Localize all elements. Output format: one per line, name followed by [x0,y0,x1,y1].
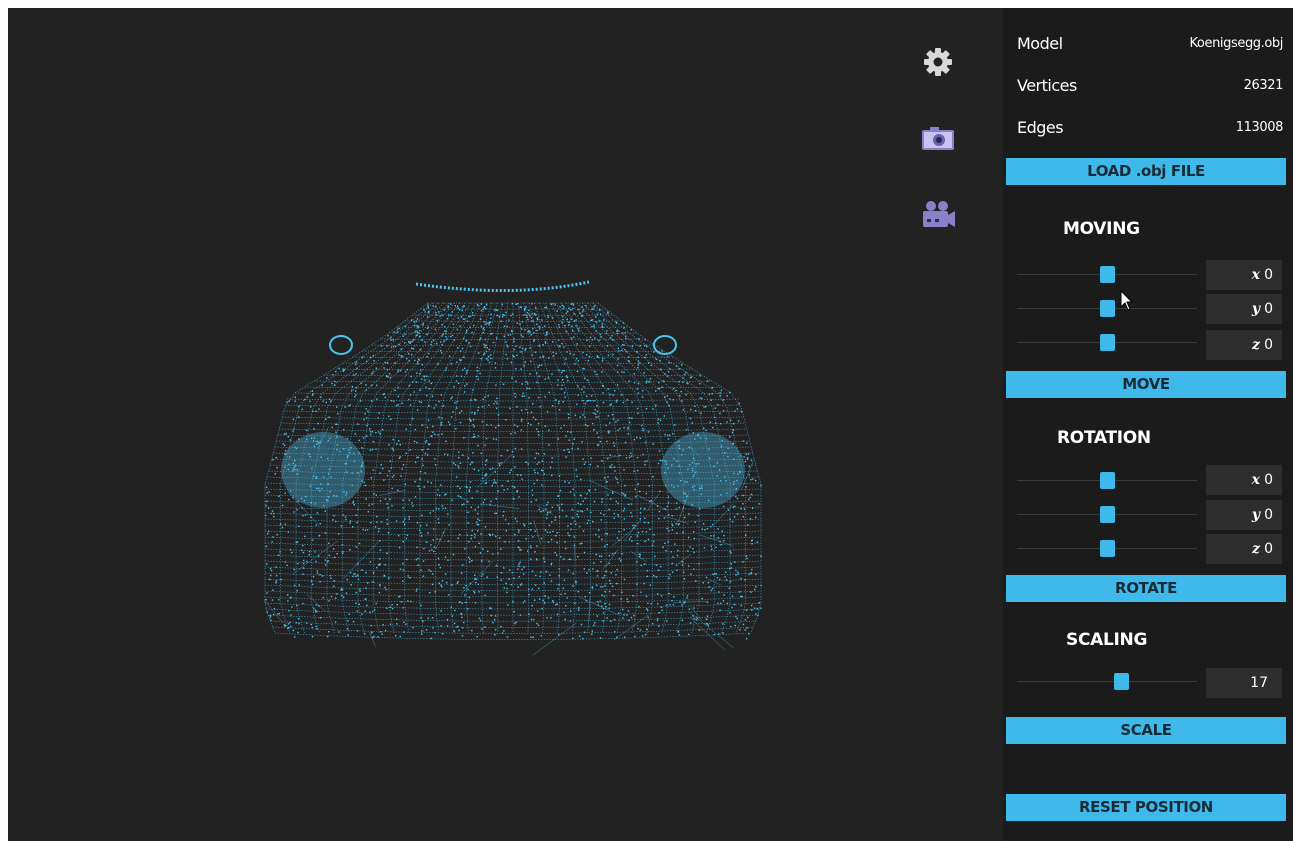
move-y-value: 0 [1264,301,1273,317]
reset-position-button[interactable]: RESET POSITION [1006,794,1286,821]
move-button[interactable]: MOVE [1006,371,1286,398]
rotate-z-slider[interactable] [1017,539,1197,559]
slider-track [1017,681,1197,682]
slider-thumb[interactable] [1100,300,1115,317]
slider-thumb[interactable] [1114,673,1130,690]
scaling-section-title: SCALING [1066,630,1148,650]
move-y-field[interactable]: y 0 [1206,294,1282,324]
rotate-y-slider[interactable] [1017,505,1197,525]
slider-thumb[interactable] [1100,540,1115,557]
rotate-x-field[interactable]: x 0 [1206,465,1282,495]
axis-label: y [1251,301,1260,317]
scale-button[interactable]: SCALE [1006,717,1286,744]
rotation-section-title: ROTATION [1057,428,1151,448]
edges-label: Edges [1017,118,1064,137]
vertices-count: 26321 [1243,78,1284,93]
model-info-row: Model Koenigsegg.obj [1017,34,1283,60]
vertices-info-row: Vertices 26321 [1017,76,1283,102]
camera-icon[interactable] [918,119,958,159]
model-filename: Koenigsegg.obj [1189,36,1283,51]
move-x-field[interactable]: x 0 [1206,260,1282,290]
mouse-cursor-icon [1120,290,1134,311]
rotate-z-field[interactable]: z 0 [1206,534,1282,564]
moving-section-title: MOVING [1063,219,1140,239]
move-z-field[interactable]: z 0 [1206,330,1282,360]
video-camera-icon[interactable] [918,196,958,236]
edges-count: 113008 [1235,120,1284,135]
model-viewport[interactable] [8,8,1003,841]
vertices-label: Vertices [1017,76,1077,95]
scale-field[interactable]: 17 [1206,668,1282,698]
rotate-y-value: 0 [1264,507,1273,523]
axis-label: z [1252,337,1260,353]
slider-thumb[interactable] [1100,334,1115,351]
rotate-z-value: 0 [1264,541,1273,557]
rotate-button[interactable]: ROTATE [1006,575,1286,602]
scale-slider[interactable] [1017,672,1197,692]
move-x-slider[interactable] [1017,265,1197,285]
edges-info-row: Edges 113008 [1017,118,1283,144]
control-panel: Model Koenigsegg.obj Vertices 26321 Edge… [1003,8,1293,841]
slider-thumb[interactable] [1100,472,1115,489]
wireframe-model [263,280,762,656]
axis-label: x [1251,267,1260,283]
load-obj-file-button[interactable]: LOAD .obj FILE [1006,158,1286,185]
scale-value: 17 [1250,675,1268,691]
move-y-slider[interactable] [1017,299,1197,319]
slider-thumb[interactable] [1100,506,1115,523]
slider-thumb[interactable] [1100,266,1115,283]
move-z-slider[interactable] [1017,333,1197,353]
rotate-x-value: 0 [1264,472,1273,488]
axis-label: y [1251,507,1260,523]
rotate-x-slider[interactable] [1017,471,1197,491]
model-label: Model [1017,34,1063,53]
axis-label: z [1252,541,1260,557]
axis-label: x [1251,472,1260,488]
gear-icon[interactable] [918,42,958,82]
move-z-value: 0 [1264,337,1273,353]
rotate-y-field[interactable]: y 0 [1206,500,1282,530]
move-x-value: 0 [1264,267,1273,283]
